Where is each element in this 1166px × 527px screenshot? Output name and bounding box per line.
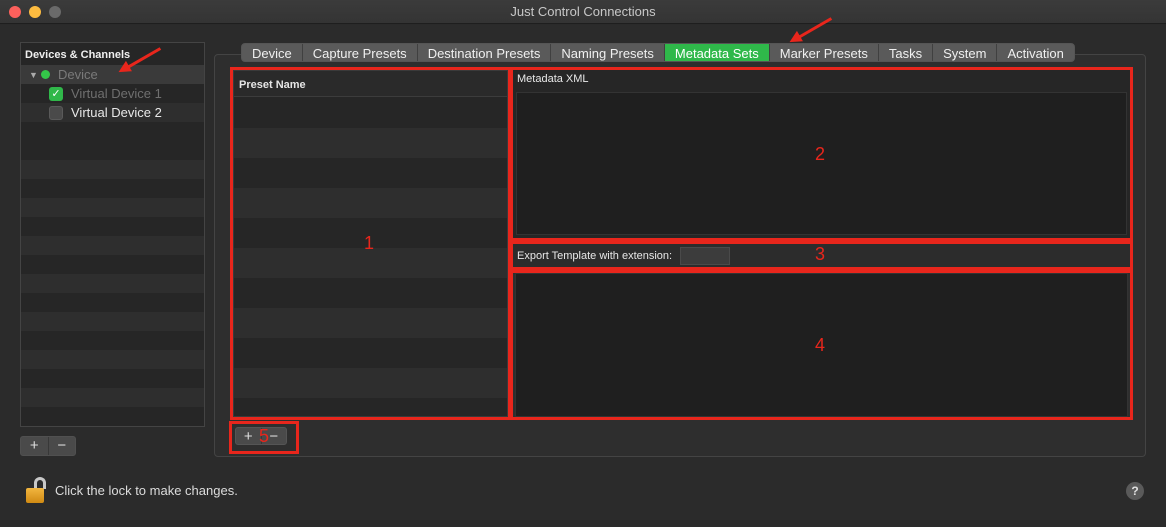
channel-label: Virtual Device 1: [71, 86, 162, 101]
annotation-number-5: 5: [259, 426, 270, 446]
help-button[interactable]: ?: [1126, 482, 1144, 500]
title-bar: Just Control Connections: [0, 0, 1166, 24]
preset-name-column-header[interactable]: Preset Name: [234, 71, 507, 97]
lock-hint-text: Click the lock to make changes.: [55, 483, 238, 498]
channel-checkbox-unchecked[interactable]: [49, 105, 63, 120]
channel-checkbox-checked[interactable]: ✓: [49, 86, 63, 101]
tab-naming-presets[interactable]: Naming Presets: [551, 44, 665, 61]
sidebar-item-device[interactable]: ▼ Device: [21, 65, 204, 84]
tab-system[interactable]: System: [933, 44, 998, 61]
channel-label: Virtual Device 2: [71, 105, 162, 120]
lock-icon[interactable]: [26, 477, 48, 503]
tab-capture-presets[interactable]: Capture Presets: [303, 44, 418, 61]
annotation-number-1: 1: [364, 233, 375, 253]
tab-destination-presets[interactable]: Destination Presets: [418, 44, 552, 61]
add-preset-button[interactable]: +: [236, 428, 261, 445]
extension-field[interactable]: [680, 247, 731, 265]
devices-sidebar: Devices & Channels ▼ Device ✓ Virtual De…: [20, 42, 205, 427]
sidebar-header: Devices & Channels: [25, 49, 131, 61]
tab-tasks[interactable]: Tasks: [879, 44, 934, 61]
annotation-number-4: 4: [815, 335, 826, 355]
annotation-number-2: 2: [815, 144, 826, 164]
export-template-label: Export Template with extension:: [517, 250, 673, 262]
device-label: Device: [58, 67, 98, 82]
status-dot-icon: [41, 70, 50, 79]
add-device-button[interactable]: +: [21, 437, 48, 455]
preset-list-rows[interactable]: [234, 98, 507, 416]
sidebar-add-remove-control: + −: [20, 436, 76, 456]
annotation-number-3: 3: [815, 244, 826, 264]
sidebar-empty-rows: [21, 141, 204, 426]
tab-device[interactable]: Device: [242, 44, 303, 61]
tab-activation[interactable]: Activation: [997, 44, 1073, 61]
tab-metadata-sets[interactable]: Metadata Sets: [664, 44, 770, 61]
window-title: Just Control Connections: [510, 4, 656, 19]
preferences-content: Devices & Channels ▼ Device ✓ Virtual De…: [0, 17, 1166, 527]
remove-device-button[interactable]: −: [47, 437, 76, 455]
disclosure-triangle-icon[interactable]: ▼: [29, 70, 39, 80]
sidebar-item-virtual-device-2[interactable]: Virtual Device 2: [21, 103, 204, 122]
sidebar-item-virtual-device-1[interactable]: ✓ Virtual Device 1: [21, 84, 204, 103]
metadata-xml-label: Metadata XML: [517, 73, 589, 85]
tab-bar: Device Capture Presets Destination Prese…: [241, 43, 1075, 62]
tab-marker-presets[interactable]: Marker Presets: [770, 44, 879, 61]
